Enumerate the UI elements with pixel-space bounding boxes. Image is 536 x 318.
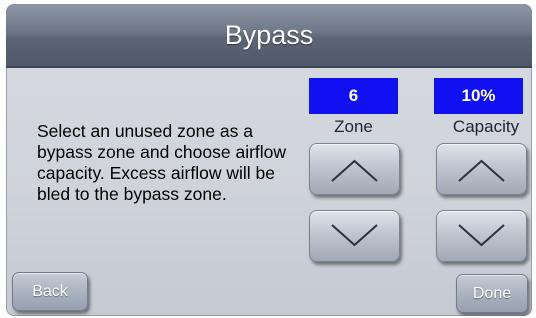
done-button[interactable]: Done <box>456 274 528 313</box>
title-bar: Bypass <box>6 4 532 68</box>
chevron-down-icon <box>331 224 378 247</box>
instructions-text: Select an unused zone as a bypass zone a… <box>37 121 287 204</box>
chevron-up-icon <box>331 159 378 182</box>
zone-up-button[interactable] <box>309 143 400 195</box>
zone-label: Zone <box>334 117 373 136</box>
capacity-up-button[interactable] <box>436 143 527 195</box>
capacity-label: Capacity <box>452 117 520 136</box>
bypass-screen: Bypass Select an unused zone as a bypass… <box>6 4 532 316</box>
capacity-down-button[interactable] <box>436 210 527 262</box>
chevron-up-icon <box>458 159 505 182</box>
back-button[interactable]: Back <box>12 272 88 311</box>
page-title: Bypass <box>224 20 314 50</box>
capacity-value: 10% <box>434 78 523 114</box>
chevron-down-icon <box>458 224 505 247</box>
zone-value: 6 <box>309 78 398 114</box>
zone-down-button[interactable] <box>309 210 400 262</box>
